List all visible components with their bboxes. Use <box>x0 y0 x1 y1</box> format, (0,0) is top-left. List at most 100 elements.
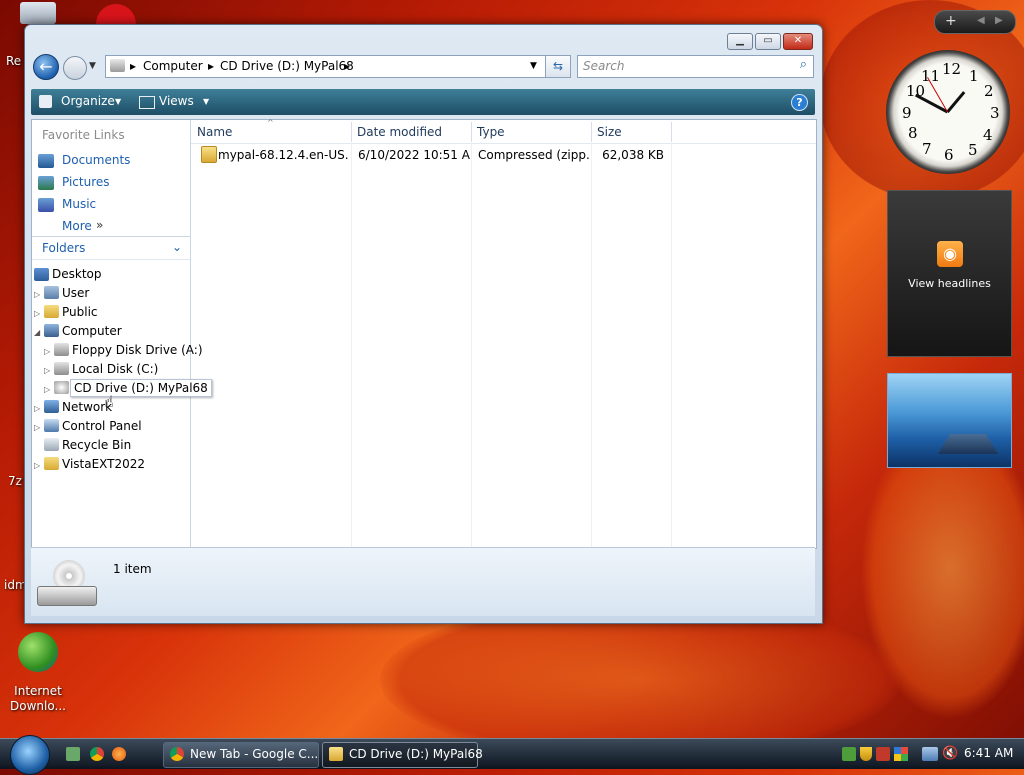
tree-item-desktop[interactable]: Desktop <box>52 267 102 281</box>
column-name[interactable]: Name ^ <box>191 118 352 142</box>
clock-numeral: 7 <box>922 140 932 158</box>
tree-item-computer[interactable]: Computer <box>62 324 122 338</box>
address-bar[interactable]: ▸ Computer ▸ CD Drive (D:) MyPal68 ▸ ▼ <box>105 55 571 78</box>
recent-pages-dropdown[interactable]: ▼ <box>89 61 96 71</box>
tree-item-recycle-bin[interactable]: Recycle Bin <box>62 438 131 452</box>
explorer-window: ▁ ▭ ✕ ← ▼ ▸ Computer ▸ CD Drive (D:) MyP… <box>24 24 823 624</box>
tray-security-icon[interactable] <box>876 747 890 761</box>
slideshow-pier-image <box>938 434 998 454</box>
tray-shield-icon[interactable] <box>860 747 872 761</box>
taskbar-clock[interactable]: 6:41 AM <box>964 746 1013 760</box>
link-music[interactable]: Music <box>62 197 96 211</box>
slideshow-gadget[interactable] <box>887 373 1012 468</box>
show-desktop-icon[interactable] <box>66 747 80 761</box>
taskbar: New Tab - Google C... CD Drive (D:) MyPa… <box>0 735 1024 775</box>
minimize-button[interactable]: ▁ <box>727 33 753 50</box>
clock-numeral: 8 <box>908 124 918 142</box>
hand-cursor-icon: ☝ <box>104 392 114 411</box>
file-list: Name ^ Date modified Type Size mypal-68.1… <box>191 118 816 548</box>
search-placeholder: Search <box>583 59 625 73</box>
recycle-bin-icon <box>44 438 59 451</box>
desktop-label-7z: 7z <box>8 474 22 488</box>
user-folder-icon <box>44 286 59 299</box>
add-gadget-icon[interactable]: + <box>945 13 957 29</box>
breadcrumb-computer[interactable]: Computer <box>143 59 203 73</box>
forward-button[interactable] <box>63 56 87 80</box>
recycle-bin-desktop-icon[interactable] <box>20 2 56 24</box>
cd-drive-large-icon <box>37 560 97 610</box>
tray-network-icon[interactable] <box>922 747 938 761</box>
link-pictures[interactable]: Pictures <box>62 175 110 189</box>
column-size[interactable]: Size <box>591 122 672 142</box>
navigation-pane: Favorite Links Documents Pictures Music … <box>32 120 212 548</box>
column-date-modified[interactable]: Date modified <box>351 122 472 142</box>
column-date-label: Date modified <box>357 125 443 139</box>
collapse-computer-icon[interactable]: ◢ <box>34 328 40 337</box>
close-button[interactable]: ✕ <box>783 33 813 50</box>
organize-icon <box>39 95 52 108</box>
column-type[interactable]: Type <box>471 122 592 142</box>
sidebar-control: + ◀ ▶ <box>934 10 1016 34</box>
column-size-label: Size <box>597 125 622 139</box>
cd-drive-icon <box>54 381 69 394</box>
expand-public-icon[interactable]: ▷ <box>34 309 40 318</box>
views-button[interactable]: Views <box>159 94 194 108</box>
organize-dropdown-icon[interactable]: ▼ <box>115 97 121 106</box>
taskbar-button-explorer[interactable]: CD Drive (D:) MyPal68 <box>322 742 483 768</box>
tray-update-icon[interactable] <box>842 747 856 761</box>
more-chevron-icon[interactable]: » <box>96 218 103 232</box>
tree-item-public[interactable]: Public <box>62 305 98 319</box>
back-button[interactable]: ← <box>33 54 59 80</box>
folders-collapse-icon[interactable]: ⌄ <box>172 240 182 254</box>
maximize-button[interactable]: ▭ <box>755 33 781 50</box>
command-bar: Organize ▼ Views ▼ ? <box>31 89 815 115</box>
chrome-quicklaunch-icon[interactable] <box>90 747 104 761</box>
expand-cd-drive-icon[interactable]: ▷ <box>44 385 50 394</box>
organize-button[interactable]: Organize <box>61 94 115 108</box>
folders-bar[interactable]: Folders ⌄ <box>32 236 190 260</box>
refresh-button[interactable]: ⇆ <box>545 55 571 78</box>
petal-decoration-bottom <box>380 600 900 760</box>
expand-local-disk-icon[interactable]: ▷ <box>44 366 50 375</box>
views-dropdown-icon[interactable]: ▼ <box>203 97 209 106</box>
tray-volume-muted-icon[interactable]: 🔇 <box>942 746 958 761</box>
tray-windows-icon[interactable] <box>894 747 908 761</box>
tree-item-user[interactable]: User <box>62 286 89 300</box>
gmail-desktop-icon[interactable] <box>96 4 136 24</box>
expand-control-panel-icon[interactable]: ▷ <box>34 423 40 432</box>
expand-network-icon[interactable]: ▷ <box>34 404 40 413</box>
idm-desktop-icon[interactable] <box>12 632 64 676</box>
link-documents[interactable]: Documents <box>62 153 130 167</box>
breadcrumb-sep: ▸ <box>130 59 137 73</box>
prev-icon[interactable]: ◀ <box>977 15 985 26</box>
feed-headlines-gadget[interactable]: ◉ View headlines <box>887 190 1012 357</box>
firefox-quicklaunch-icon[interactable] <box>112 747 126 761</box>
floppy-drive-icon <box>54 343 69 356</box>
start-button[interactable] <box>10 735 50 775</box>
clock-numeral: 9 <box>902 104 912 122</box>
clock-numeral: 2 <box>984 82 994 100</box>
tree-item-vistaext[interactable]: VistaEXT2022 <box>62 457 145 471</box>
sort-indicator-icon: ^ <box>267 118 274 127</box>
view-headlines-label[interactable]: View headlines <box>888 277 1011 290</box>
address-dropdown-icon[interactable]: ▼ <box>530 61 537 71</box>
chrome-icon <box>170 747 184 761</box>
search-input[interactable]: Search ⌕ <box>577 55 814 78</box>
tree-item-local-disk[interactable]: Local Disk (C:) <box>72 362 158 376</box>
refresh-icon: ⇆ <box>552 59 564 73</box>
expand-user-icon[interactable]: ▷ <box>34 290 40 299</box>
tree-item-control-panel[interactable]: Control Panel <box>62 419 142 433</box>
link-more[interactable]: More <box>62 219 92 233</box>
help-icon[interactable]: ? <box>791 94 808 111</box>
next-icon[interactable]: ▶ <box>995 15 1003 26</box>
tree-item-floppy[interactable]: Floppy Disk Drive (A:) <box>72 343 203 357</box>
clock-gadget[interactable]: 12 1 2 3 4 5 6 7 8 9 10 11 <box>886 50 1010 174</box>
search-icon[interactable]: ⌕ <box>800 57 807 72</box>
computer-icon <box>44 324 59 337</box>
expand-floppy-icon[interactable]: ▷ <box>44 347 50 356</box>
taskbar-button-chrome[interactable]: New Tab - Google C... <box>163 742 319 768</box>
file-name: mypal-68.12.4.en-US.w... <box>218 148 348 162</box>
control-panel-icon <box>44 419 59 432</box>
breadcrumb-cd-drive[interactable]: CD Drive (D:) MyPal68 <box>220 59 354 73</box>
expand-vistaext-icon[interactable]: ▷ <box>34 461 40 470</box>
